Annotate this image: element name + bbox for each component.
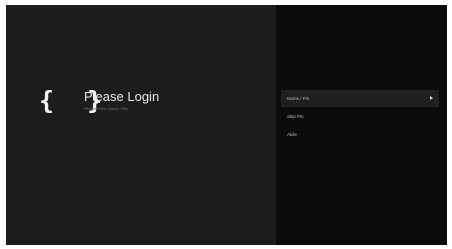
chevron-right-icon — [430, 96, 433, 100]
menu-item-skip-pin[interactable]: Skip Pin — [281, 108, 439, 125]
menu-item-abile[interactable]: Abile — [281, 126, 439, 143]
login-options-menu: Name / Pin Skip Pin Abile — [276, 90, 447, 144]
menu-item-label: Name / Pin — [287, 96, 310, 101]
page-title: Please Login — [84, 89, 160, 104]
page-subtitle: Please Enter Name / Pin — [84, 106, 128, 111]
options-panel: Name / Pin Skip Pin Abile — [276, 5, 447, 245]
menu-item-label: Abile — [287, 132, 298, 137]
menu-item-label: Skip Pin — [287, 114, 304, 119]
tv-screen: { } Please Login Please Enter Name / Pin… — [6, 5, 447, 245]
login-panel: { } Please Login Please Enter Name / Pin — [6, 5, 276, 245]
menu-item-name-pin[interactable]: Name / Pin — [281, 90, 439, 107]
